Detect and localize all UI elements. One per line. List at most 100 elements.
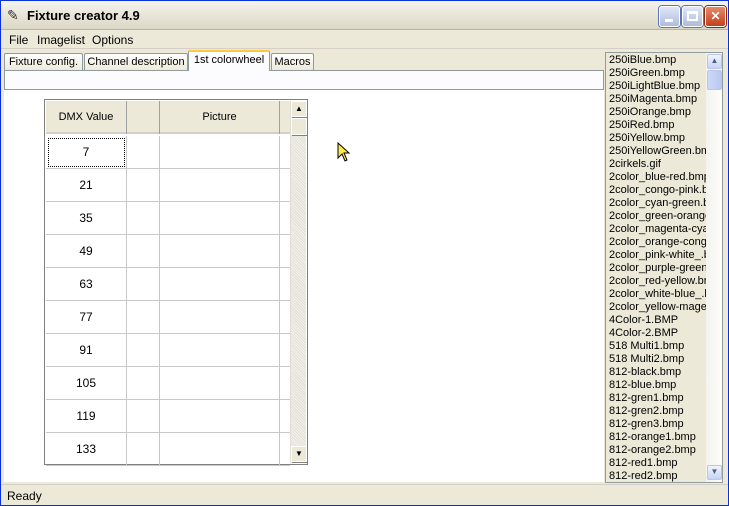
list-item[interactable]: 812-gren3.bmp — [609, 418, 684, 431]
list-item[interactable]: 812-orange1.bmp — [609, 431, 696, 444]
cell-dmx-value[interactable]: 77 — [46, 301, 127, 334]
menu-options[interactable]: Options — [92, 33, 133, 47]
grid-scroll-down-button[interactable]: ▼ — [291, 446, 307, 462]
table-row[interactable]: 91 — [46, 334, 290, 367]
table-row[interactable]: 119 — [46, 400, 290, 433]
list-item[interactable]: 2color_red-yellow.bn — [609, 275, 710, 288]
imagelist-scrollbar[interactable]: ▲ ▼ — [706, 53, 722, 482]
list-item[interactable]: 2color_congo-pink.b — [609, 184, 708, 197]
list-item[interactable]: 812-red2.bmp — [609, 470, 678, 482]
grid-scrollbar[interactable]: ▲ ▼ — [290, 101, 307, 463]
cell-picture[interactable] — [160, 136, 280, 169]
tab-fixture-config[interactable]: Fixture config. — [4, 53, 83, 71]
cell-blank[interactable] — [127, 334, 160, 367]
cell-dmx-value[interactable]: 119 — [46, 400, 127, 433]
table-row[interactable]: 49 — [46, 235, 290, 268]
list-item[interactable]: 518 Multi2.bmp — [609, 353, 684, 366]
list-item[interactable]: 2cirkels.gif — [609, 158, 661, 171]
tab-channel-description[interactable]: Channel description — [84, 53, 188, 71]
close-button[interactable]: ✕ — [705, 6, 726, 27]
grid-scroll-thumb[interactable] — [291, 118, 307, 135]
menu-imagelist[interactable]: Imagelist — [37, 33, 85, 47]
list-item[interactable]: 812-gren1.bmp — [609, 392, 684, 405]
cell-picture[interactable] — [160, 301, 280, 334]
cell-blank[interactable] — [127, 136, 160, 169]
list-item[interactable]: 518 Multi1.bmp — [609, 340, 684, 353]
table-row[interactable]: 63 — [46, 268, 290, 301]
cell-picture[interactable] — [160, 202, 280, 235]
cell-picture[interactable] — [160, 400, 280, 433]
list-item[interactable]: 2color_blue-red.bmp — [609, 171, 710, 184]
list-item[interactable]: 4Color-1.BMP — [609, 314, 678, 327]
table-row[interactable]: 35 — [46, 202, 290, 235]
imagelist-scroll-down-button[interactable]: ▼ — [707, 465, 722, 480]
tab-1st-colorwheel[interactable]: 1st colorwheel — [188, 50, 270, 71]
table-row[interactable]: 77 — [46, 301, 290, 334]
cell-picture[interactable] — [160, 334, 280, 367]
list-item[interactable]: 250iMagenta.bmp — [609, 93, 697, 106]
header-dmx-value[interactable]: DMX Value — [46, 101, 127, 134]
list-item[interactable]: 812-gren2.bmp — [609, 405, 684, 418]
cell-dmx-value[interactable]: 91 — [46, 334, 127, 367]
cell-dmx-value[interactable]: 133 — [46, 433, 127, 466]
list-item[interactable]: 812-red1.bmp — [609, 457, 678, 470]
tab-macros[interactable]: Macros — [271, 53, 314, 71]
list-item[interactable]: 250iYellow.bmp — [609, 132, 685, 145]
table-row[interactable]: 21 — [46, 169, 290, 202]
menu-bar: File Imagelist Options — [1, 30, 728, 49]
cell-picture[interactable] — [160, 235, 280, 268]
table-row[interactable]: 105 — [46, 367, 290, 400]
cell-dmx-value[interactable]: 35 — [46, 202, 127, 235]
list-item[interactable]: 250iRed.bmp — [609, 119, 674, 132]
menu-file[interactable]: File — [9, 33, 28, 47]
imagelist-listbox[interactable]: 250iBlue.bmp 250iGreen.bmp 250iLightBlue.b… — [605, 52, 723, 483]
list-item[interactable]: 250iGreen.bmp — [609, 67, 685, 80]
cell-picture[interactable] — [160, 169, 280, 202]
list-item[interactable]: 812-blue.bmp — [609, 379, 676, 392]
cell-dmx-value[interactable]: 49 — [46, 235, 127, 268]
list-item[interactable]: 2color_orange-cong — [609, 236, 707, 249]
cell-blank[interactable] — [127, 235, 160, 268]
list-item[interactable]: 2color_cyan-green.b — [609, 197, 709, 210]
cell-picture[interactable] — [160, 433, 280, 466]
list-item[interactable]: 2color_purple-green. — [609, 262, 711, 275]
colorwheel-grid: DMX Value Picture 7 21 35 49 63 77 91 105 119 133 — [44, 99, 308, 466]
cell-blank[interactable] — [127, 433, 160, 466]
list-item[interactable]: 2color_magenta-cya — [609, 223, 709, 236]
list-item[interactable]: 2color_pink-white_.b — [609, 249, 710, 262]
list-item[interactable]: 250iBlue.bmp — [609, 54, 676, 67]
title-bar[interactable]: ✎ Fixture creator 4.9 ✕ — [1, 1, 728, 30]
table-row[interactable]: 133 — [46, 433, 290, 466]
list-item[interactable]: 2color_white-blue_.b — [609, 288, 711, 301]
imagelist-scroll-thumb[interactable] — [707, 70, 722, 90]
cell-dmx-value[interactable]: 105 — [46, 367, 127, 400]
cell-dmx-value[interactable]: 21 — [46, 169, 127, 202]
grid-scroll-up-button[interactable]: ▲ — [291, 101, 307, 117]
list-item[interactable]: 812-orange2.bmp — [609, 444, 696, 457]
maximize-button[interactable] — [682, 6, 703, 27]
app-icon: ✎ — [7, 7, 19, 23]
cell-blank[interactable] — [127, 400, 160, 433]
list-item[interactable]: 812-black.bmp — [609, 366, 681, 379]
header-blank[interactable] — [127, 101, 160, 134]
cell-dmx-value[interactable]: 7 — [46, 136, 127, 169]
list-item[interactable]: 2color_green-orange — [609, 210, 711, 223]
cell-blank[interactable] — [127, 301, 160, 334]
list-item[interactable]: 250iOrange.bmp — [609, 106, 691, 119]
list-item[interactable]: 250iLightBlue.bmp — [609, 80, 700, 93]
arrow-up-icon: ▲ — [710, 56, 719, 65]
cell-dmx-value[interactable]: 63 — [46, 268, 127, 301]
list-item[interactable]: 250iYellowGreen.bm — [609, 145, 710, 158]
cell-blank[interactable] — [127, 202, 160, 235]
cell-blank[interactable] — [127, 367, 160, 400]
cell-blank[interactable] — [127, 268, 160, 301]
imagelist-scroll-up-button[interactable]: ▲ — [707, 54, 722, 69]
header-picture[interactable]: Picture — [160, 101, 280, 134]
list-item[interactable]: 2color_yellow-mager — [609, 301, 711, 314]
cell-picture[interactable] — [160, 268, 280, 301]
table-row[interactable]: 7 — [46, 136, 290, 169]
minimize-button[interactable] — [659, 6, 680, 27]
list-item[interactable]: 4Color-2.BMP — [609, 327, 678, 340]
cell-blank[interactable] — [127, 169, 160, 202]
cell-picture[interactable] — [160, 367, 280, 400]
